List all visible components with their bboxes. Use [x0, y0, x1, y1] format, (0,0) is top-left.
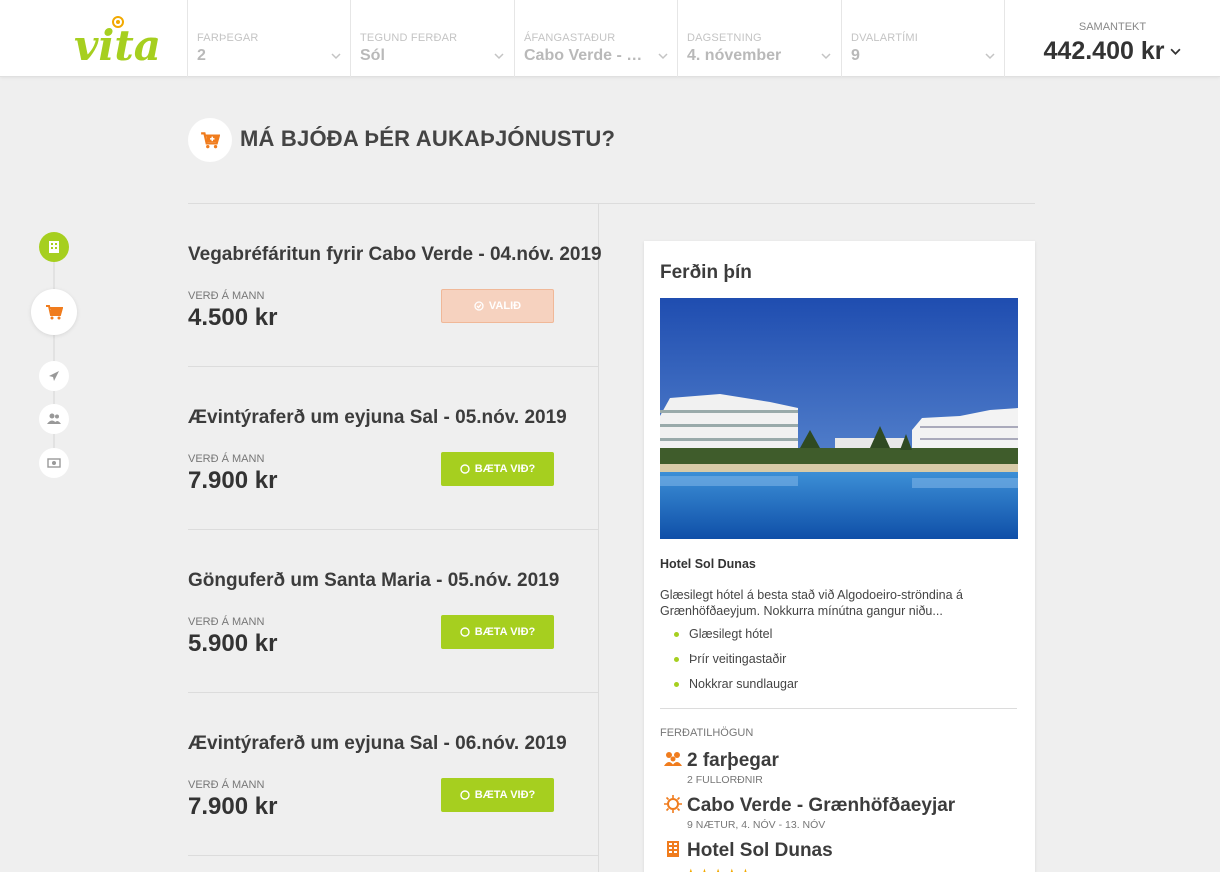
feature-text: Glæsilegt hótel: [689, 627, 773, 641]
hotel-name: Hotel Sol Dunas: [660, 557, 756, 571]
filter-value: Cabo Verde - Grænhöfðaeyjar: [524, 47, 652, 64]
add-service-button[interactable]: BÆTA VIÐ?: [441, 778, 554, 812]
bullet-icon: [674, 681, 679, 687]
section-title: MÁ BJÓÐA ÞÉR AUKAÞJÓNUSTU?: [240, 126, 616, 151]
filter-destination[interactable]: ÁFANGASTAÐUR Cabo Verde - Grænhöfðaeyjar: [514, 0, 677, 77]
step-passengers[interactable]: [39, 404, 69, 434]
filter-passengers[interactable]: FARÞEGAR 2: [187, 0, 350, 77]
summary-total-toggle[interactable]: 442.400 kr: [1044, 37, 1182, 66]
service-item: Ævintýraferð um eyjuna Sal - 05.nóv. 201…: [188, 367, 598, 530]
hotel-icon: [49, 241, 59, 253]
divider: [660, 708, 1017, 709]
people-icon: [664, 752, 682, 766]
card-title: Ferðin þín: [660, 262, 752, 283]
people-icon: [47, 413, 61, 424]
circle-icon: [460, 790, 470, 800]
filter-duration[interactable]: DVALARTÍMI 9: [841, 0, 1004, 77]
plane-icon: [49, 371, 59, 381]
trip-summary-card: Ferðin þín Hotel Sol Dunas Glæsilegt hót…: [644, 241, 1035, 872]
feature-item: Þrír veitingastaðir: [674, 652, 994, 666]
summary-panel: SAMANTEKT 442.400 kr: [1004, 0, 1220, 77]
feature-item: Glæsilegt hótel: [674, 627, 994, 641]
summary-total: 442.400 kr: [1043, 37, 1165, 65]
price-label: VERÐ Á MANN: [188, 616, 265, 628]
cart-icon: [46, 305, 63, 320]
service-name: Vegabréfáritun fyrir Cabo Verde - 04.nóv…: [188, 244, 602, 265]
filter-value: 4. nóvember: [687, 47, 782, 64]
column-divider: [598, 204, 599, 872]
star-rating: ★★★★★: [685, 866, 753, 872]
chevron-down-icon: [331, 53, 341, 60]
chevron-down-icon: [658, 53, 668, 60]
filter-trip-type[interactable]: TEGUND FERÐAR Sól: [350, 0, 513, 77]
button-label: BÆTA VIÐ?: [474, 626, 536, 638]
filter-value: 9: [851, 47, 860, 64]
sun-icon: [664, 795, 682, 813]
hotel-row: Hotel Sol Dunas: [664, 840, 833, 862]
cart-icon: [201, 132, 220, 149]
circle-icon: [460, 464, 470, 474]
summary-label: SAMANTEKT: [1078, 21, 1147, 33]
service-item: Gönguferð um Santa Maria - 05.nóv. 2019 …: [188, 530, 598, 693]
circle-icon: [460, 627, 470, 637]
bullet-icon: [674, 631, 679, 637]
step-extras[interactable]: [31, 289, 77, 335]
filter-label: TEGUND FERÐAR: [360, 32, 458, 44]
section-icon-badge: [188, 118, 232, 162]
selected-button[interactable]: VALIÐ: [441, 289, 554, 323]
price-label: VERÐ Á MANN: [188, 290, 265, 302]
hotel-icon: [667, 841, 679, 857]
hotel-title: Hotel Sol Dunas: [687, 840, 833, 861]
chevron-down-icon: [821, 53, 831, 60]
filter-label: DVALARTÍMI: [851, 32, 918, 44]
check-circle-icon: [474, 301, 484, 311]
payment-icon: [47, 458, 61, 468]
add-service-button[interactable]: BÆTA VIÐ?: [441, 615, 554, 649]
feature-text: Þrír veitingastaðir: [689, 652, 787, 666]
add-service-button[interactable]: BÆTA VIÐ?: [441, 452, 554, 486]
filter-date[interactable]: DAGSETNING 4. nóvember: [677, 0, 840, 77]
destination-row: Cabo Verde - Grænhöfðaeyjar 9 NÆTUR, 4. …: [664, 795, 955, 831]
filter-label: DAGSETNING: [687, 32, 762, 44]
service-item: Vegabréfáritun fyrir Cabo Verde - 04.nóv…: [188, 204, 602, 367]
chevron-down-icon: [494, 53, 504, 60]
button-label: VALIÐ: [488, 300, 522, 312]
chevron-down-icon: [985, 53, 995, 60]
step-hotel[interactable]: [39, 232, 69, 262]
svg-text:vita: vita: [74, 21, 161, 68]
filter-label: ÁFANGASTAÐUR: [524, 32, 616, 44]
price-label: VERÐ Á MANN: [188, 453, 265, 465]
service-name: Gönguferð um Santa Maria - 05.nóv. 2019: [188, 570, 560, 591]
feature-text: Nokkrar sundlaugar: [689, 677, 799, 691]
button-label: BÆTA VIÐ?: [474, 463, 536, 475]
service-price: 4.500 kr: [188, 304, 278, 331]
destination-title: Cabo Verde - Grænhöfðaeyjar: [687, 795, 956, 816]
filter-value: 2: [197, 47, 206, 64]
chevron-down-icon: [1170, 48, 1181, 55]
travelers-row: 2 farþegar 2 FULLORÐNIR: [664, 750, 779, 786]
step-payment[interactable]: [39, 448, 69, 478]
service-item: Ævintýraferð um eyjuna Sal - 06.nóv. 201…: [188, 693, 598, 856]
bullet-icon: [674, 656, 679, 662]
filter-value: Sól: [360, 47, 385, 64]
destination-sub: 9 NÆTUR, 4. NÓV - 13. NÓV: [687, 819, 826, 831]
travelers-sub: 2 FULLORÐNIR: [687, 774, 763, 786]
feature-item: Nokkrar sundlaugar: [674, 677, 994, 691]
step-flight[interactable]: [39, 361, 69, 391]
travelers-title: 2 farþegar: [687, 750, 779, 771]
vita-logo[interactable]: vita: [72, 8, 172, 68]
filter-label: FARÞEGAR: [197, 32, 259, 44]
hotel-description: Glæsilegt hótel á besta stað við Algodoe…: [660, 588, 963, 618]
price-label: VERÐ Á MANN: [188, 779, 265, 791]
service-name: Ævintýraferð um eyjuna Sal - 05.nóv. 201…: [188, 407, 567, 428]
top-bar: vita FARÞEGAR 2 TEGUND FERÐAR Sól ÁFANGA…: [0, 0, 1220, 77]
service-price: 5.900 kr: [188, 630, 278, 657]
service-name: Ævintýraferð um eyjuna Sal - 06.nóv. 201…: [188, 733, 567, 754]
arrangement-label: FERÐATILHÖGUN: [660, 727, 754, 739]
button-label: BÆTA VIÐ?: [474, 789, 536, 801]
hotel-photo: [660, 298, 1018, 539]
service-price: 7.900 kr: [188, 467, 278, 494]
service-price: 7.900 kr: [188, 793, 278, 820]
